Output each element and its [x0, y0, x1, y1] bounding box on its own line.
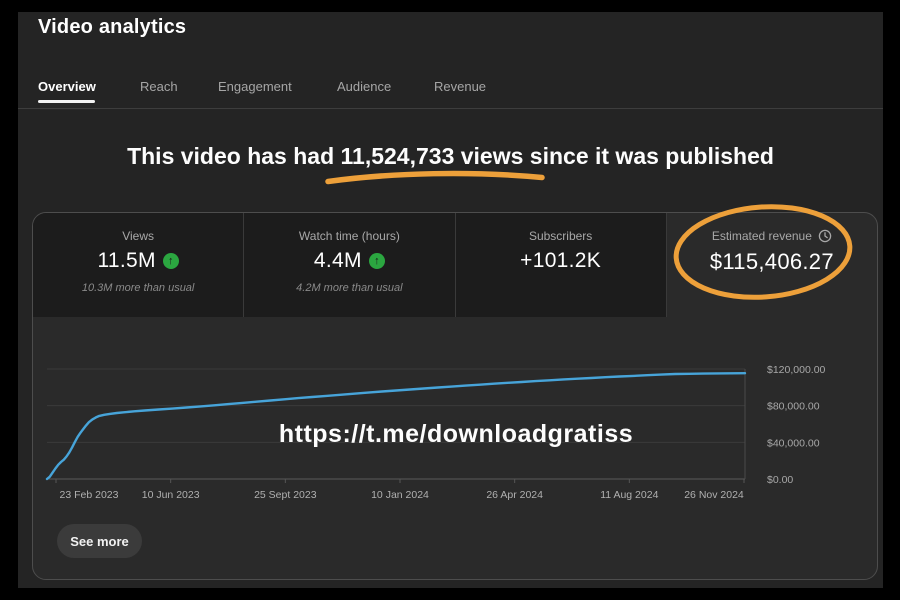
svg-text:11 Aug 2024: 11 Aug 2024 [600, 489, 658, 501]
svg-text:$120,000.00: $120,000.00 [767, 364, 826, 376]
analytics-card: Views 11.5M ↑ 10.3M more than usual Watc… [32, 212, 878, 580]
tab-audience[interactable]: Audience [337, 79, 391, 94]
tabs-divider [18, 108, 883, 109]
svg-text:10 Jun 2023: 10 Jun 2023 [142, 489, 200, 501]
stat-card-subscribers[interactable]: Subscribers +101.2K [456, 213, 667, 317]
svg-text:25 Sept 2023: 25 Sept 2023 [254, 489, 317, 501]
svg-text:23 Feb 2023: 23 Feb 2023 [60, 489, 119, 501]
clock-icon [818, 229, 832, 243]
tab-overview[interactable]: Overview [38, 79, 96, 94]
see-more-button[interactable]: See more [57, 524, 142, 558]
svg-text:$0.00: $0.00 [767, 474, 793, 486]
stat-value-estimated-revenue: $115,406.27 [710, 249, 834, 275]
active-tab-underline [38, 100, 95, 103]
stat-value-subscribers: +101.2K [520, 249, 601, 273]
svg-text:$80,000.00: $80,000.00 [767, 401, 820, 413]
stat-card-views[interactable]: Views 11.5M ↑ 10.3M more than usual [33, 213, 244, 317]
tab-reach[interactable]: Reach [140, 79, 178, 94]
stat-value-views: 11.5M [97, 249, 155, 273]
stat-note-watch-time: 4.2M more than usual [296, 282, 402, 294]
trend-up-icon: ↑ [369, 253, 385, 269]
stat-value-watch-time: 4.4M [314, 249, 362, 273]
svg-text:26 Nov 2024: 26 Nov 2024 [684, 489, 744, 501]
stat-card-watch-time[interactable]: Watch time (hours) 4.4M ↑ 4.2M more than… [244, 213, 455, 317]
tab-revenue[interactable]: Revenue [434, 79, 486, 94]
page-title: Video analytics [38, 16, 186, 39]
stat-label-estimated-revenue: Estimated revenue [712, 229, 812, 243]
svg-text:26 Apr 2024: 26 Apr 2024 [486, 489, 543, 501]
metric-cards-row: Views 11.5M ↑ 10.3M more than usual Watc… [33, 213, 877, 317]
analytics-window: Video analytics Overview Reach Engagemen… [18, 12, 883, 588]
watermark-text: https://t.me/downloadgratiss [33, 417, 878, 451]
stat-label-watch-time: Watch time (hours) [299, 229, 400, 243]
svg-text:10 Jan 2024: 10 Jan 2024 [371, 489, 429, 501]
stat-label-views: Views [122, 229, 154, 243]
trend-up-icon: ↑ [163, 253, 179, 269]
stat-card-estimated-revenue[interactable]: Estimated revenue $115,406.27 [667, 213, 877, 317]
stat-label-subscribers: Subscribers [529, 229, 592, 243]
stat-note-views: 10.3M more than usual [82, 282, 195, 294]
tab-engagement[interactable]: Engagement [218, 79, 292, 94]
headline-views-summary: This video has had 11,524,733 views sinc… [18, 143, 883, 170]
orange-underline-annotation [323, 168, 548, 186]
